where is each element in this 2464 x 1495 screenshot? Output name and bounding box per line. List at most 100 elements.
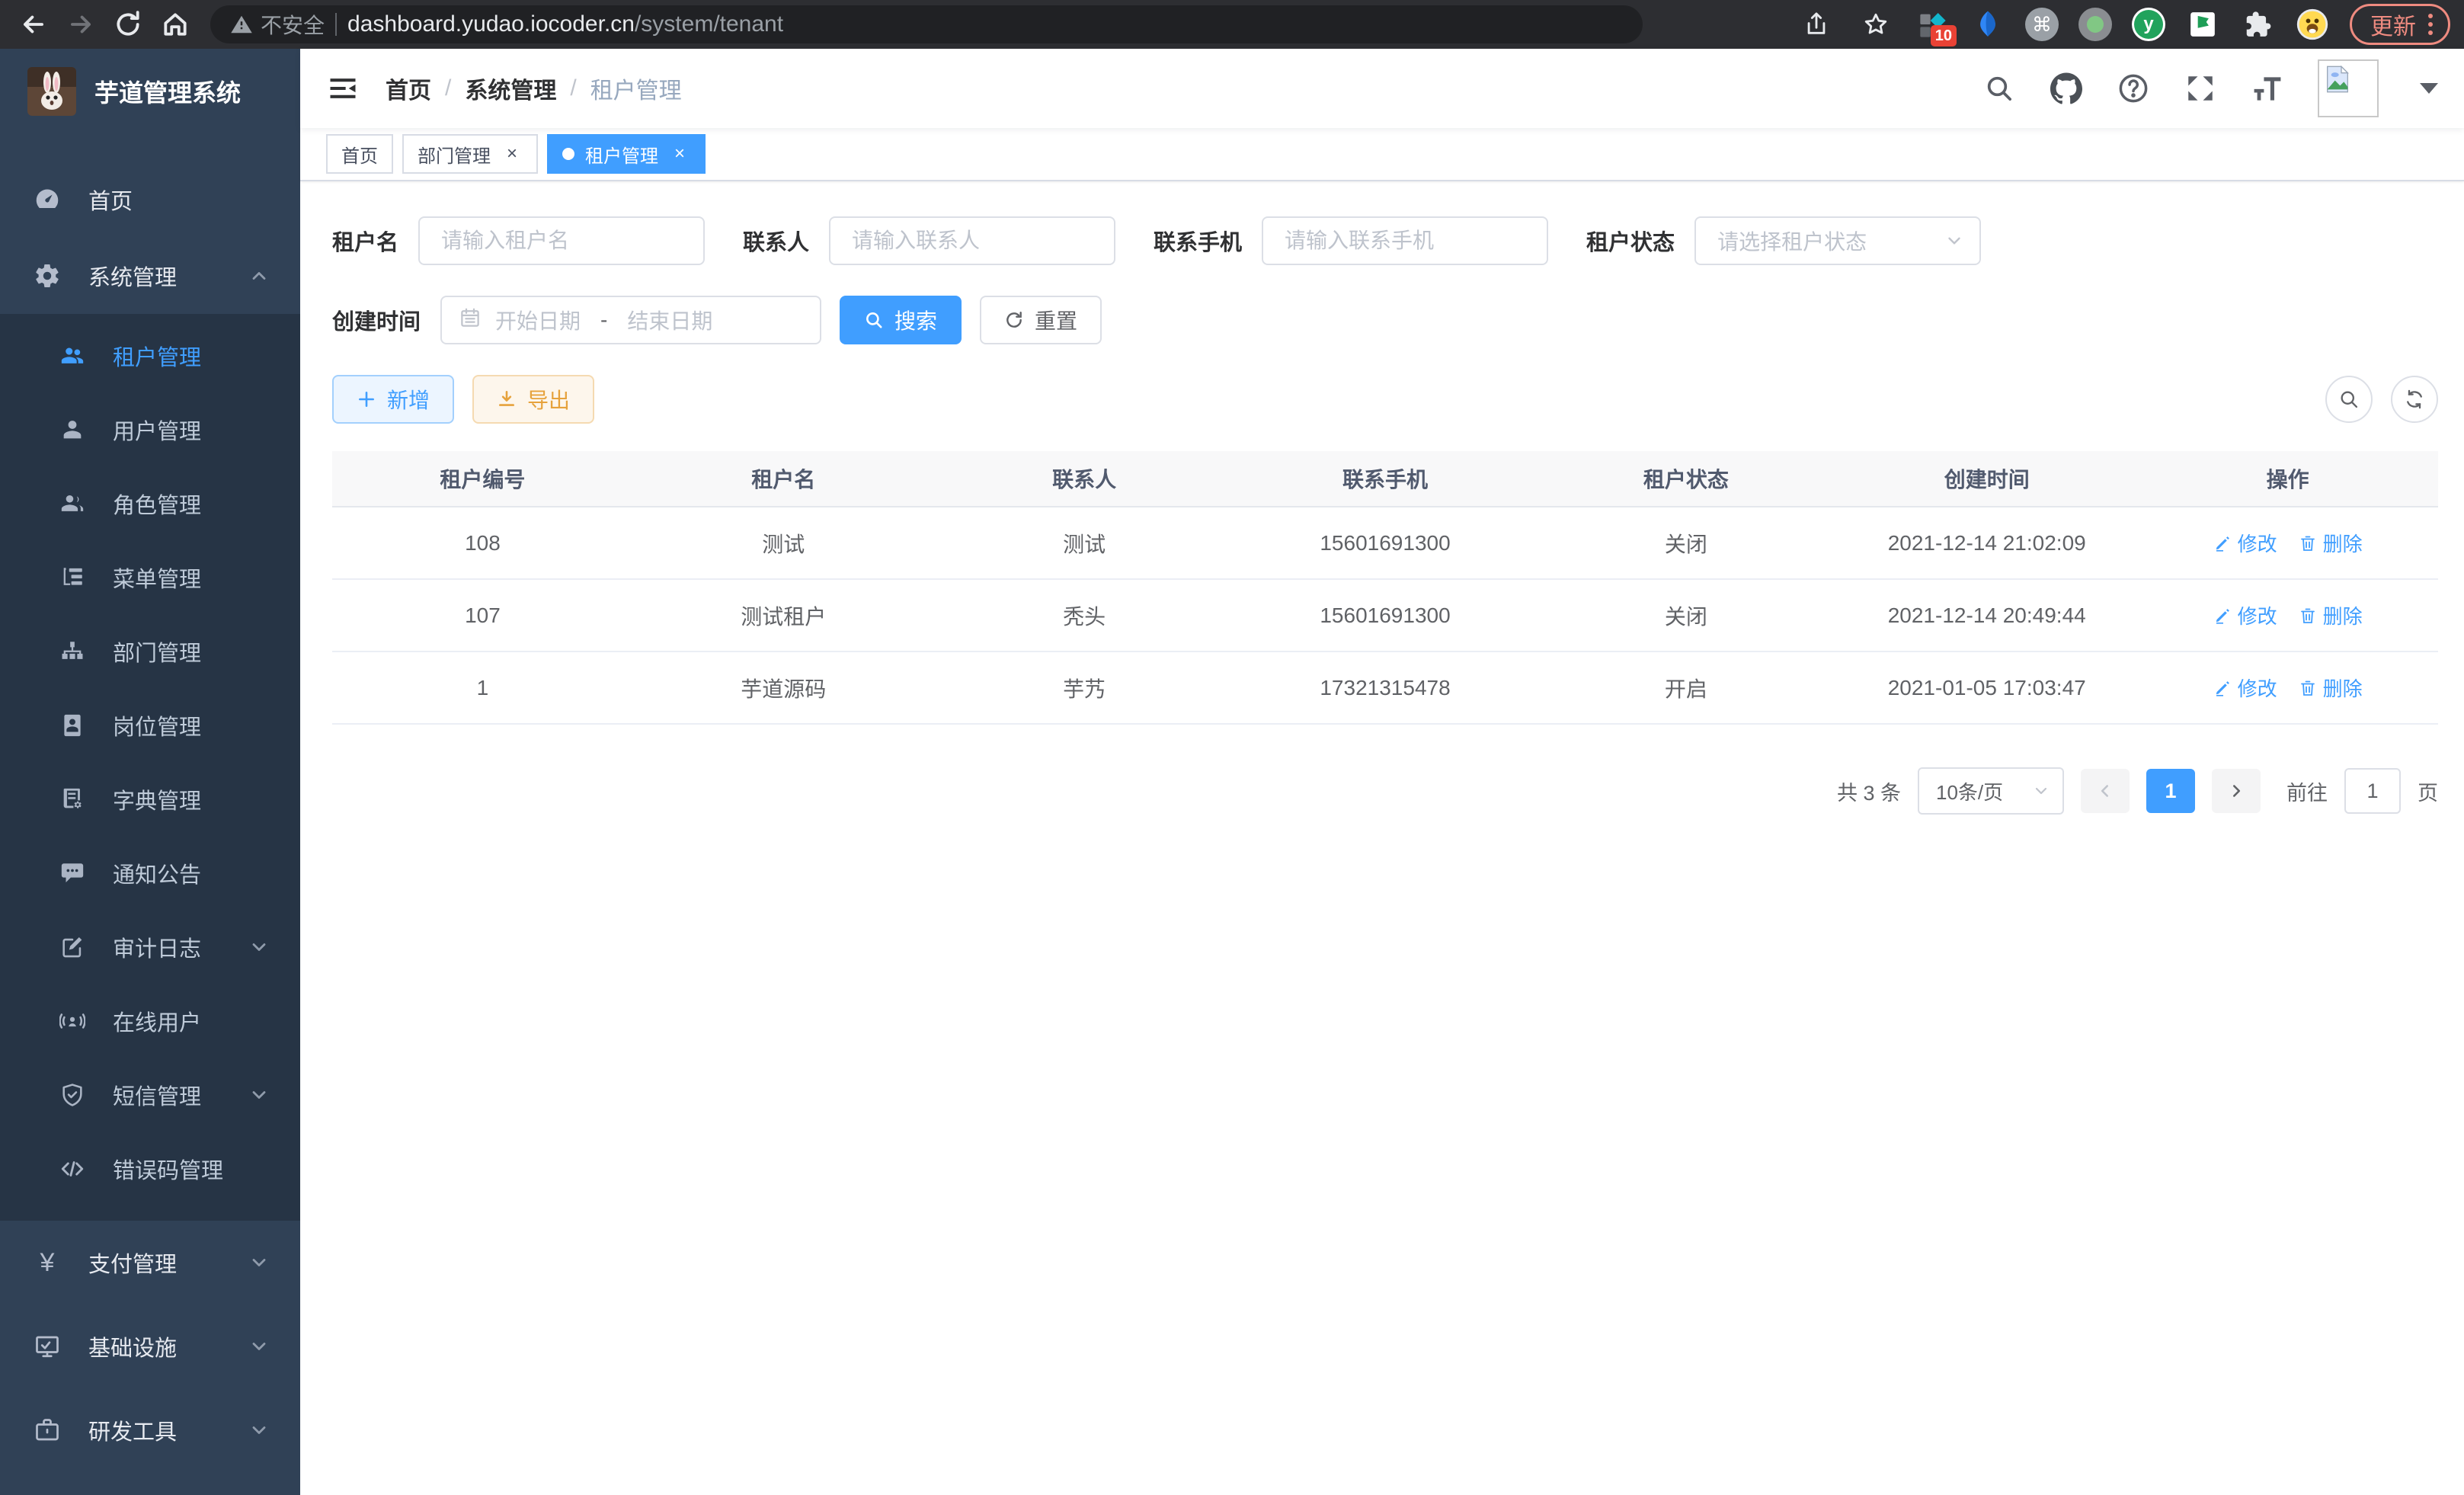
tenant-name-input[interactable]: [418, 216, 705, 265]
address-bar[interactable]: 不安全 dashboard.yudao.iocoder.cn/system/te…: [210, 5, 1643, 43]
browser-menu-icon[interactable]: [2428, 14, 2433, 35]
export-button[interactable]: 导出: [472, 375, 594, 424]
sidebar-item-system[interactable]: 系统管理: [0, 238, 300, 314]
user-avatar[interactable]: [2318, 59, 2379, 117]
profile-avatar-icon[interactable]: [2295, 7, 2330, 42]
sidebar-item-notice[interactable]: 通知公告: [0, 836, 300, 910]
search-button[interactable]: 搜索: [840, 296, 962, 344]
sidebar-item-tenant[interactable]: 租户管理: [0, 319, 300, 392]
contact-input[interactable]: [829, 216, 1115, 265]
dashboard-icon: [34, 186, 61, 213]
sidebar-item-pay[interactable]: ¥ 支付管理: [0, 1221, 300, 1305]
avatar-dropdown-caret[interactable]: [2420, 83, 2438, 94]
browser-update-button[interactable]: 更新: [2350, 4, 2450, 45]
goto-page-input[interactable]: [2344, 768, 2401, 814]
flag-extension-icon[interactable]: [2185, 7, 2220, 42]
header-search-icon[interactable]: [1982, 72, 2016, 105]
sidebar-item-sms[interactable]: 短信管理: [0, 1058, 300, 1132]
current-page-button[interactable]: 1: [2146, 769, 2195, 813]
col-header-mobile: 联系手机: [1235, 463, 1536, 494]
tag-manager-extension-icon[interactable]: 10: [1915, 7, 1950, 42]
sidebar-item-user[interactable]: 用户管理: [0, 392, 300, 466]
sidebar-item-infra[interactable]: 基础设施: [0, 1305, 300, 1388]
toggle-search-button[interactable]: [2325, 376, 2373, 423]
prev-page-button[interactable]: [2081, 769, 2130, 813]
share-icon[interactable]: [1797, 5, 1836, 44]
sidebar-item-devtools[interactable]: 研发工具: [0, 1388, 300, 1472]
breadcrumb-system[interactable]: 系统管理: [465, 72, 556, 105]
url-text: dashboard.yudao.iocoder.cn/system/tenant: [347, 11, 783, 37]
sidebar-item-menu[interactable]: 菜单管理: [0, 540, 300, 614]
sidebar-item-home[interactable]: 首页: [0, 162, 300, 238]
goto-unit-label: 页: [2418, 776, 2438, 806]
cell-created: 2021-01-05 17:03:47: [1836, 676, 2137, 700]
app-logo[interactable]: 芋道管理系统: [0, 49, 300, 134]
refresh-table-button[interactable]: [2391, 376, 2438, 423]
breadcrumb-separator: /: [445, 75, 451, 101]
status-label: 租户状态: [1586, 225, 1675, 257]
next-page-button[interactable]: [2212, 769, 2261, 813]
fullscreen-icon[interactable]: [2184, 72, 2217, 105]
breadcrumb-home[interactable]: 首页: [386, 72, 431, 105]
cell-created: 2021-12-14 20:49:44: [1836, 603, 2137, 628]
cell-actions: 修改 删除: [2137, 674, 2438, 702]
y-extension-icon[interactable]: y: [2132, 8, 2165, 41]
delete-link[interactable]: 删除: [2299, 601, 2363, 629]
col-header-id: 租户编号: [332, 463, 633, 494]
chevron-down-icon: [248, 1336, 270, 1357]
tag-home[interactable]: 首页: [326, 134, 393, 174]
sidebar-item-label: 租户管理: [113, 340, 201, 372]
cell-actions: 修改 删除: [2137, 601, 2438, 629]
recorder-extension-icon[interactable]: [2078, 8, 2112, 41]
font-size-icon[interactable]: [2251, 72, 2284, 105]
github-icon[interactable]: [2050, 72, 2083, 105]
delete-link[interactable]: 删除: [2299, 529, 2363, 557]
close-icon[interactable]: ×: [501, 143, 523, 165]
tag-dept[interactable]: 部门管理 ×: [402, 134, 538, 174]
cell-name: 测试: [633, 528, 934, 559]
sidebar-item-label: 部门管理: [113, 635, 201, 667]
sidebar-item-label: 基础设施: [88, 1330, 177, 1362]
sidebar-item-error-code[interactable]: 错误码管理: [0, 1132, 300, 1205]
command-extension-icon[interactable]: ⌘: [2025, 8, 2059, 41]
sidebar-item-label: 角色管理: [113, 488, 201, 520]
back-icon[interactable]: [14, 5, 53, 44]
forward-icon[interactable]: [61, 5, 101, 44]
edit-link[interactable]: 修改: [2213, 674, 2277, 702]
help-icon[interactable]: [2117, 72, 2150, 105]
bookmark-star-icon[interactable]: [1856, 5, 1896, 44]
not-secure-warning[interactable]: 不安全: [230, 9, 325, 40]
sidebar-item-audit-log[interactable]: 审计日志: [0, 910, 300, 984]
page-size-select[interactable]: 10条/页: [1918, 767, 2064, 815]
mobile-input[interactable]: [1262, 216, 1548, 265]
sidebar-item-dept[interactable]: 部门管理: [0, 614, 300, 688]
table-toolbar: 新增 导出: [332, 375, 2438, 424]
kite-extension-icon[interactable]: [1970, 7, 2005, 42]
delete-link[interactable]: 删除: [2299, 674, 2363, 702]
sidebar-item-role[interactable]: 角色管理: [0, 466, 300, 540]
cell-created: 2021-12-14 21:02:09: [1836, 531, 2137, 555]
home-icon[interactable]: [155, 5, 195, 44]
col-header-name: 租户名: [633, 463, 934, 494]
puzzle-extensions-icon[interactable]: [2240, 7, 2275, 42]
add-button[interactable]: 新增: [332, 375, 454, 424]
sidebar-item-post[interactable]: 岗位管理: [0, 688, 300, 762]
sidebar-fold-icon[interactable]: [326, 72, 360, 105]
infra-monitor-icon: [34, 1333, 61, 1360]
tag-tenant[interactable]: 租户管理 ×: [547, 134, 706, 174]
cell-status: 开启: [1535, 673, 1836, 703]
reset-button[interactable]: 重置: [980, 296, 1102, 344]
extension-badge: 10: [1931, 25, 1957, 46]
cell-contact: 测试: [934, 528, 1235, 559]
chevron-down-icon: [1944, 231, 1964, 251]
sidebar-item-online-user[interactable]: 在线用户: [0, 984, 300, 1058]
close-icon[interactable]: ×: [669, 143, 690, 165]
chevron-right-icon: [2226, 781, 2246, 801]
create-time-range-picker[interactable]: 开始日期 - 结束日期: [440, 296, 821, 344]
status-select[interactable]: 请选择租户状态: [1694, 216, 1981, 265]
sidebar-item-dict[interactable]: 字典管理: [0, 762, 300, 836]
reload-icon[interactable]: [108, 5, 148, 44]
chevron-up-icon: [248, 265, 270, 287]
edit-link[interactable]: 修改: [2213, 529, 2277, 557]
edit-link[interactable]: 修改: [2213, 601, 2277, 629]
